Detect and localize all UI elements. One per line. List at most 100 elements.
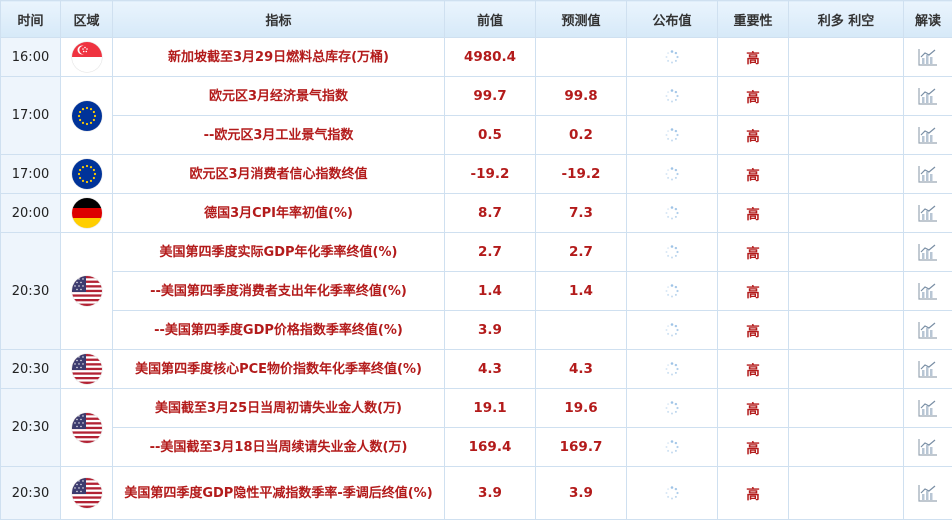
prev-value: -19.2 (444, 154, 536, 194)
interpret-cell[interactable] (903, 349, 952, 389)
indicator-cell[interactable]: 新加坡截至3月29日燃料总库存(万桶) (112, 37, 445, 77)
actual-cell (626, 349, 718, 389)
indicator-cell[interactable]: 欧元区3月消费者信心指数终值 (112, 154, 445, 194)
region-cell (60, 154, 113, 194)
loading-spinner-icon (665, 89, 679, 103)
us-flag-icon (71, 412, 102, 443)
forecast-value: 4.3 (535, 349, 627, 389)
interpret-cell[interactable] (903, 388, 952, 428)
forecast-value: 19.6 (535, 388, 627, 428)
interpret-cell[interactable] (903, 115, 952, 155)
region-cell (60, 466, 113, 520)
table-row: 20:30 美国第四季度GDP隐性平减指数季率-季调后终值(%) 3.9 3.9… (0, 466, 952, 520)
loading-spinner-icon (665, 323, 679, 337)
header-effect: 利多 利空 (788, 0, 904, 38)
chart-icon[interactable] (918, 204, 938, 222)
interpret-cell[interactable] (903, 232, 952, 272)
forecast-value: 2.7 (535, 232, 627, 272)
table-row: 17:00 欧元区3月消费者信心指数终值 -19.2 -19.2 高 (0, 154, 952, 194)
table-row: --美国截至3月18日当周续请失业金人数(万) 169.4 169.7 高 (1, 427, 952, 467)
loading-spinner-icon (665, 50, 679, 64)
importance-cell: 高 (717, 388, 789, 428)
interpret-cell[interactable] (903, 271, 952, 311)
indicator-cell[interactable]: 美国第四季度实际GDP年化季率终值(%) (112, 232, 445, 272)
chart-icon[interactable] (918, 399, 938, 417)
indicator-cell[interactable]: 德国3月CPI年率初值(%) (112, 193, 445, 233)
interpret-cell[interactable] (903, 37, 952, 77)
indicator-cell[interactable]: --美国截至3月18日当周续请失业金人数(万) (112, 427, 445, 467)
effect-cell (788, 310, 904, 350)
chart-icon[interactable] (918, 321, 938, 339)
indicator-cell[interactable]: 美国截至3月25日当周初请失业金人数(万) (112, 388, 445, 428)
interpret-cell[interactable] (903, 154, 952, 194)
forecast-value: 3.9 (535, 466, 627, 520)
region-cell (60, 193, 113, 233)
effect-cell (788, 193, 904, 233)
importance-cell: 高 (717, 466, 789, 520)
indicator-cell[interactable]: --美国第四季度消费者支出年化季率终值(%) (112, 271, 445, 311)
chart-icon[interactable] (918, 48, 938, 66)
table-header-row: 时间 区域 指标 前值 预测值 公布值 重要性 利多 利空 解读 (0, 0, 952, 38)
importance-cell: 高 (717, 37, 789, 77)
interpret-cell[interactable] (903, 193, 952, 233)
effect-cell (788, 232, 904, 272)
header-interpret: 解读 (903, 0, 952, 38)
actual-cell (626, 427, 718, 467)
table-row: 20:30 美国第四季度核心PCE物价指数年化季率终值(%) 4.3 4.3 高 (0, 349, 952, 389)
prev-value: 0.5 (444, 115, 536, 155)
loading-spinner-icon (665, 284, 679, 298)
time-cell: 17:00 (0, 76, 61, 155)
effect-cell (788, 349, 904, 389)
region-cell (60, 388, 113, 467)
us-flag-icon (71, 478, 102, 508)
actual-cell (626, 310, 718, 350)
table-row: 17:00 欧元区3月经济景气指数 99.7 99.8 高 (0, 76, 952, 155)
header-region: 区域 (60, 0, 113, 38)
importance-cell: 高 (717, 193, 789, 233)
chart-icon[interactable] (918, 484, 938, 502)
chart-icon[interactable] (918, 87, 938, 105)
actual-cell (626, 154, 718, 194)
chart-icon[interactable] (918, 165, 938, 183)
indicator-cell[interactable]: 欧元区3月经济景气指数 (112, 76, 445, 116)
indicator-cell[interactable]: --欧元区3月工业景气指数 (112, 115, 445, 155)
loading-spinner-icon (665, 440, 679, 454)
interpret-cell[interactable] (903, 466, 952, 520)
interpret-cell[interactable] (903, 310, 952, 350)
indicator-cell[interactable]: 美国第四季度核心PCE物价指数年化季率终值(%) (112, 349, 445, 389)
region-cell (60, 37, 113, 77)
indicator-cell[interactable]: --美国第四季度GDP价格指数季率终值(%) (112, 310, 445, 350)
loading-spinner-icon (665, 401, 679, 415)
actual-cell (626, 76, 718, 116)
time-cell: 20:30 (0, 388, 61, 467)
actual-cell (626, 115, 718, 155)
chart-icon[interactable] (918, 282, 938, 300)
time-cell: 17:00 (0, 154, 61, 194)
region-cell (60, 76, 113, 155)
actual-cell (626, 388, 718, 428)
forecast-value: 169.7 (535, 427, 627, 467)
prev-value: 169.4 (444, 427, 536, 467)
effect-cell (788, 427, 904, 467)
interpret-cell[interactable] (903, 76, 952, 116)
chart-icon[interactable] (918, 126, 938, 144)
time-cell: 20:30 (0, 232, 61, 350)
prev-value: 4.3 (444, 349, 536, 389)
loading-spinner-icon (665, 245, 679, 259)
indicator-cell[interactable]: 美国第四季度GDP隐性平减指数季率-季调后终值(%) (112, 466, 445, 520)
time-cell: 16:00 (0, 37, 61, 77)
interpret-cell[interactable] (903, 427, 952, 467)
importance-cell: 高 (717, 76, 789, 116)
chart-icon[interactable] (918, 360, 938, 378)
chart-icon[interactable] (918, 243, 938, 261)
time-cell: 20:30 (0, 466, 61, 520)
header-importance: 重要性 (717, 0, 789, 38)
effect-cell (788, 466, 904, 520)
actual-cell (626, 466, 718, 520)
actual-cell (626, 193, 718, 233)
chart-icon[interactable] (918, 438, 938, 456)
importance-cell: 高 (717, 310, 789, 350)
table-row: --欧元区3月工业景气指数 0.5 0.2 高 (1, 115, 952, 155)
effect-cell (788, 271, 904, 311)
actual-cell (626, 271, 718, 311)
